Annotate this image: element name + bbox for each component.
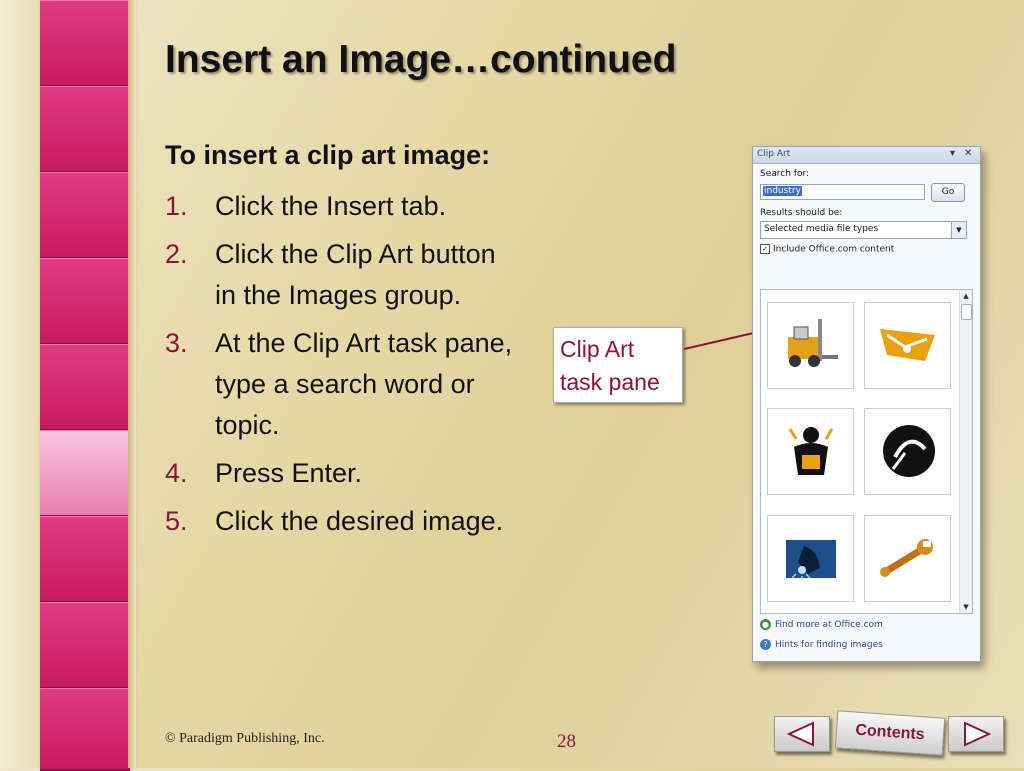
wrench-icon xyxy=(880,539,933,577)
worker-icon xyxy=(788,427,834,475)
search-value: industry xyxy=(763,186,802,196)
step-item: 1. Click the Insert tab. xyxy=(165,186,515,227)
callout-box: Clip Art task pane xyxy=(553,327,683,403)
step-number: 2. xyxy=(165,239,188,269)
contents-button[interactable]: Contents xyxy=(834,710,946,756)
callout-line-1: Clip Art xyxy=(560,336,635,362)
step-item: 4. Press Enter. xyxy=(165,453,515,494)
step-item: 3. At the Clip Art task pane, type a sear… xyxy=(165,323,515,446)
media-type-dropdown[interactable]: Selected media file types ▼ xyxy=(760,221,967,239)
dropdown-arrow-icon[interactable]: ▼ xyxy=(951,222,966,238)
scroll-down-icon[interactable]: ▼ xyxy=(960,601,972,613)
decorative-film-strip xyxy=(40,0,130,771)
find-more-text: Find more at Office.com xyxy=(775,620,883,630)
search-label: Search for: xyxy=(760,169,810,179)
find-more-link[interactable]: ● Find more at Office.com xyxy=(760,619,883,630)
scroll-thumb[interactable] xyxy=(961,304,972,320)
globe-icon: ● xyxy=(760,619,771,630)
results-label: Results should be: xyxy=(760,208,843,218)
pane-header: Clip Art ▾ ✕ xyxy=(753,147,980,164)
clip-art-result[interactable] xyxy=(767,302,854,389)
left-margin-decoration xyxy=(0,0,40,768)
triangle-left-icon xyxy=(786,721,814,747)
clip-art-task-pane: Clip Art ▾ ✕ Search for: industry Go Res… xyxy=(752,146,981,662)
pane-title: Clip Art xyxy=(757,149,791,159)
pane-options-icon[interactable]: ▾ xyxy=(950,148,955,159)
clip-art-result[interactable] xyxy=(767,515,854,602)
hints-link[interactable]: ? Hints for finding images xyxy=(760,639,883,650)
step-text: Click the desired image. xyxy=(215,506,504,536)
copyright-footer: © Paradigm Publishing, Inc. xyxy=(165,731,325,746)
slide-title: Insert an Image…continued xyxy=(165,38,677,81)
forklift-icon xyxy=(788,319,838,367)
callout-connector-line xyxy=(684,332,753,350)
instructions-heading: To insert a clip art image: xyxy=(165,140,491,170)
welder-icon xyxy=(786,540,836,580)
callout-line-2: task pane xyxy=(560,369,660,395)
triangle-right-icon xyxy=(964,721,992,747)
step-number: 3. xyxy=(165,328,188,358)
steps-list: 1. Click the Insert tab. 2. Click the Clip… xyxy=(165,186,515,549)
clip-art-result[interactable] xyxy=(767,408,854,495)
help-icon: ? xyxy=(760,639,771,650)
previous-button[interactable] xyxy=(774,716,830,752)
step-text: Click the Clip Art button in the Images … xyxy=(215,239,496,310)
step-text: Press Enter. xyxy=(215,458,363,488)
close-icon[interactable]: ✕ xyxy=(964,148,972,159)
checkbox-label: Include Office.com content xyxy=(773,244,895,255)
include-office-checkbox[interactable]: ✓ Include Office.com content xyxy=(760,244,894,255)
page-number: 28 xyxy=(557,731,576,752)
dropdown-value: Selected media file types xyxy=(764,224,879,234)
clip-art-result[interactable] xyxy=(864,408,951,495)
step-text: At the Clip Art task pane, type a search… xyxy=(215,328,513,440)
step-number: 1. xyxy=(165,191,188,221)
strip-edge xyxy=(128,0,136,768)
step-number: 4. xyxy=(165,458,188,488)
step-number: 5. xyxy=(165,506,188,536)
step-text: Click the Insert tab. xyxy=(215,191,447,221)
go-button[interactable]: Go xyxy=(931,183,965,202)
results-scrollbar[interactable]: ▲ ▼ xyxy=(959,290,972,613)
checkbox-check-icon[interactable]: ✓ xyxy=(760,244,770,254)
next-button[interactable] xyxy=(948,716,1004,752)
scroll-up-icon[interactable]: ▲ xyxy=(960,290,972,302)
clip-art-result[interactable] xyxy=(864,515,951,602)
step-item: 2. Click the Clip Art button in the Image… xyxy=(165,234,515,316)
results-grid: ▲ ▼ xyxy=(760,289,973,614)
step-item: 5. Click the desired image. xyxy=(165,501,515,542)
hints-text: Hints for finding images xyxy=(775,640,883,650)
hardhat-tools-icon xyxy=(883,425,935,477)
clip-art-result[interactable] xyxy=(864,302,951,389)
conveyor-icon xyxy=(880,329,935,361)
search-input[interactable]: industry xyxy=(760,184,925,200)
